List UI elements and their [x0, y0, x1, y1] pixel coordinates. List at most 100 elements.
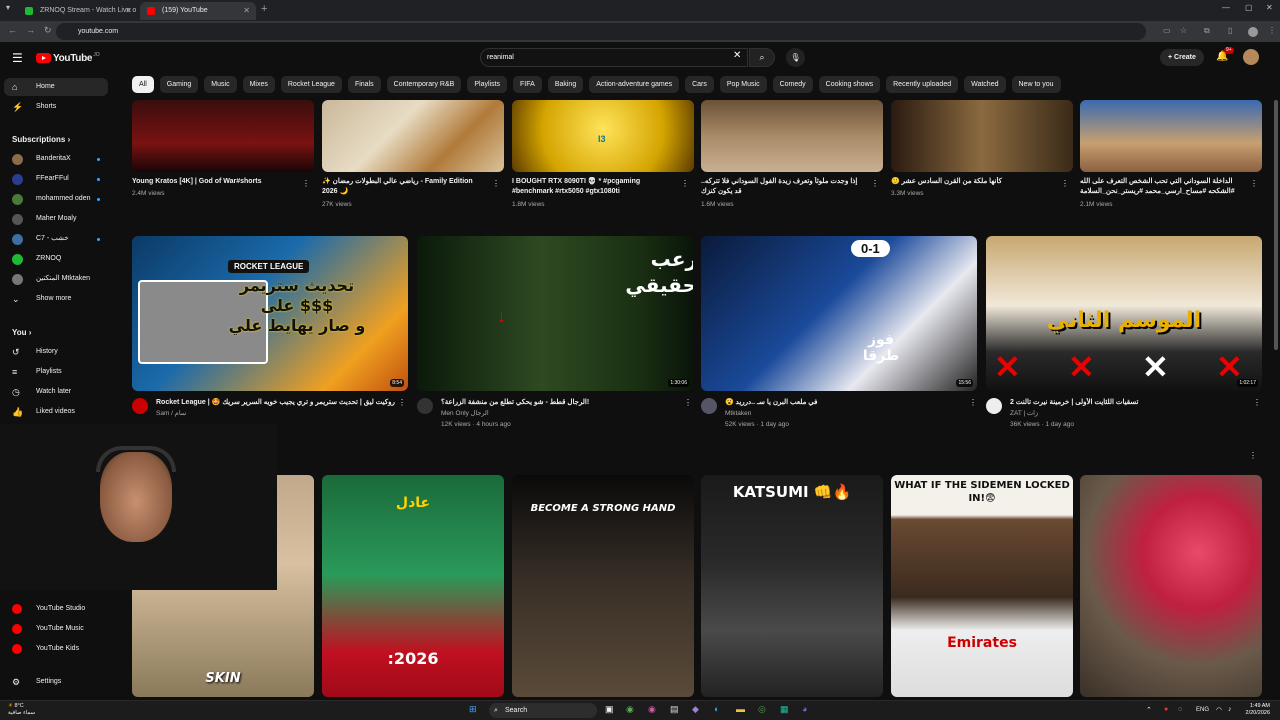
sidebar-item-shorts[interactable]: ⚡ Shorts [4, 98, 108, 116]
sidebar-show-more[interactable]: ⌄ Show more [4, 290, 108, 308]
maximize-icon[interactable]: ▢ [1245, 3, 1253, 12]
you-heading[interactable]: You › [12, 328, 31, 337]
chip[interactable]: Cars [685, 76, 714, 93]
sidebar-item-history[interactable]: ↺ History [4, 343, 108, 361]
profile-icon[interactable] [1248, 27, 1258, 37]
clear-search-icon[interactable]: ✕ [733, 50, 741, 61]
close-icon[interactable]: ✕ [243, 2, 250, 20]
chip[interactable]: Rocket League [280, 76, 342, 93]
sidebar-subscription[interactable]: Maher Moaly [4, 210, 108, 228]
channel-avatar[interactable] [986, 398, 1002, 414]
windows-start-icon[interactable]: ⊞ [469, 704, 477, 715]
language-indicator[interactable]: ENG [1196, 707, 1209, 713]
voice-search-icon[interactable]: 🎙 [786, 48, 805, 67]
bookmark-star-icon[interactable]: ☆ [1180, 26, 1187, 35]
cast-icon[interactable]: ▭ [1163, 26, 1171, 35]
task-view-icon[interactable]: ▣ [605, 704, 614, 715]
back-icon[interactable]: ← [8, 25, 17, 35]
chip[interactable]: Comedy [772, 76, 813, 93]
sidebar-subscription[interactable]: mohammed oden [4, 190, 108, 208]
tray-app-icon[interactable]: ◌ [1178, 706, 1182, 713]
sidepanel-icon[interactable]: ▯ [1228, 26, 1232, 35]
short-title[interactable]: إذا وجدت ملوثاً وتعرف زيدة الفول السودان… [701, 177, 866, 197]
short-thumbnail[interactable]: عادل :2026 [322, 475, 504, 697]
tab-youtube[interactable]: (159) YouTube ✕ [140, 2, 256, 20]
more-options-icon[interactable]: ⋮ [398, 398, 406, 407]
channel-avatar[interactable] [417, 398, 433, 414]
more-options-icon[interactable]: ⋮ [1253, 398, 1261, 407]
menu-icon[interactable]: ☰ [12, 51, 23, 65]
chrome-icon[interactable]: ◎ [758, 704, 766, 715]
app-icon[interactable]: ◉ [648, 704, 656, 715]
app-icon[interactable]: ▤ [670, 704, 679, 715]
short-thumbnail[interactable]: I3 [512, 100, 694, 172]
tray-app-icon[interactable]: ● [1164, 706, 1168, 713]
video-thumbnail[interactable]: رعب حقيقي ↓ 1:30:06 [417, 236, 693, 391]
video-title[interactable]: Rocket League | 🤩 روكيت ليق | تحديث ستري… [156, 398, 396, 408]
new-tab-icon[interactable]: + [261, 3, 267, 15]
chip[interactable]: Playlists [467, 76, 508, 93]
short-thumbnail[interactable] [1080, 475, 1262, 697]
chip[interactable]: Pop Music [719, 76, 767, 93]
more-options-icon[interactable]: ⋮ [871, 179, 879, 188]
youtube-logo[interactable]: YouTube JO [36, 52, 100, 64]
forward-icon[interactable]: → [26, 25, 35, 35]
wifi-icon[interactable]: ◠ [1216, 706, 1222, 714]
sidebar-item-home[interactable]: ⌂ Home [4, 78, 108, 96]
chip[interactable]: Mixes [242, 76, 275, 93]
chip[interactable]: Baking [547, 76, 584, 93]
chip[interactable]: Finals [347, 76, 381, 93]
shorts-more-options-icon[interactable]: ⋮ [1249, 451, 1257, 460]
short-thumbnail[interactable] [132, 100, 314, 172]
short-title[interactable]: 🙂 كأنها ملكة من القرن السادس عشر [891, 177, 1056, 187]
url-field[interactable]: youtube.com [56, 23, 1146, 40]
file-explorer-icon[interactable]: ▬ [736, 704, 745, 714]
subscriptions-heading[interactable]: Subscriptions › [12, 135, 70, 144]
tab-search-icon[interactable]: ▾ [6, 3, 10, 12]
system-clock[interactable]: 1:49 AM 2/20/2026 [1246, 703, 1270, 717]
channel-name[interactable]: Men Only الرجال [441, 409, 489, 418]
sidebar-item-watch-later[interactable]: ◷ Watch later [4, 383, 108, 401]
sidebar-item-youtube-kids[interactable]: YouTube Kids [4, 640, 108, 658]
short-title[interactable]: الداخلة السوداني التي تحب الشخص التعرف ع… [1080, 177, 1245, 197]
more-options-icon[interactable]: ⋮ [1250, 179, 1258, 188]
sidebar-subscription[interactable]: C7 - خشب [4, 230, 108, 248]
close-icon[interactable]: ✕ [125, 2, 132, 20]
chip[interactable]: New to you [1011, 76, 1061, 93]
extensions-icon[interactable]: ⧉ [1204, 26, 1210, 36]
app-icon[interactable]: ◆ [692, 704, 699, 715]
video-title[interactable]: 😮 في ملعب البرن يا سـ ..درريد [725, 398, 965, 408]
chip-all[interactable]: All [132, 76, 154, 93]
sidebar-subscription[interactable]: ZRNOQ [4, 250, 108, 268]
more-options-icon[interactable]: ⋮ [969, 398, 977, 407]
chip[interactable]: Recently uploaded [886, 76, 959, 93]
channel-avatar[interactable] [132, 398, 148, 414]
short-thumbnail[interactable]: WHAT IF THE SIDEMEN LOCKED IN!😨 Emirates [891, 475, 1073, 697]
more-options-icon[interactable]: ⋮ [492, 179, 500, 188]
video-thumbnail[interactable]: 0-1 فوز طرقا 15:56 [701, 236, 977, 391]
chip[interactable]: Music [204, 76, 237, 93]
app-icon[interactable]: ▦ [780, 704, 789, 715]
short-thumbnail[interactable]: BECOME A STRONG HAND [512, 475, 694, 697]
chip[interactable]: Watched [964, 76, 1006, 93]
close-window-icon[interactable]: ✕ [1266, 3, 1273, 12]
short-title[interactable]: ✨ رياضي عالي البطولات رمضان - Family Edi… [322, 177, 487, 197]
taskbar-search[interactable]: ⌕ Search [489, 703, 597, 718]
more-options-icon[interactable]: ⋮ [302, 179, 310, 188]
sidebar-item-playlists[interactable]: ≡ Playlists [4, 363, 108, 381]
sidebar-item-youtube-studio[interactable]: YouTube Studio [4, 600, 108, 618]
more-options-icon[interactable]: ⋮ [684, 398, 692, 407]
more-options-icon[interactable]: ⋮ [1061, 179, 1069, 188]
short-thumbnail[interactable] [891, 100, 1073, 172]
tab-zrnoq[interactable]: ZRNOQ Stream - Watch Live o ✕ [18, 2, 138, 20]
edge-icon[interactable]: ◐ [714, 704, 719, 714]
sidebar-item-youtube-music[interactable]: YouTube Music [4, 620, 108, 638]
chip[interactable]: Gaming [159, 76, 199, 93]
video-thumbnail[interactable]: الموسم الثاني ✕ ✕ ✕ ✕ 1:02:17 [986, 236, 1262, 391]
account-avatar[interactable] [1243, 49, 1259, 65]
weather-widget[interactable]: ☀ 8°C سماء صافية [8, 703, 35, 717]
volume-icon[interactable]: ♪ [1228, 706, 1232, 713]
app-icon[interactable]: ◉ [626, 704, 634, 715]
channel-avatar[interactable] [701, 398, 717, 414]
create-button[interactable]: + Create [1160, 49, 1204, 66]
